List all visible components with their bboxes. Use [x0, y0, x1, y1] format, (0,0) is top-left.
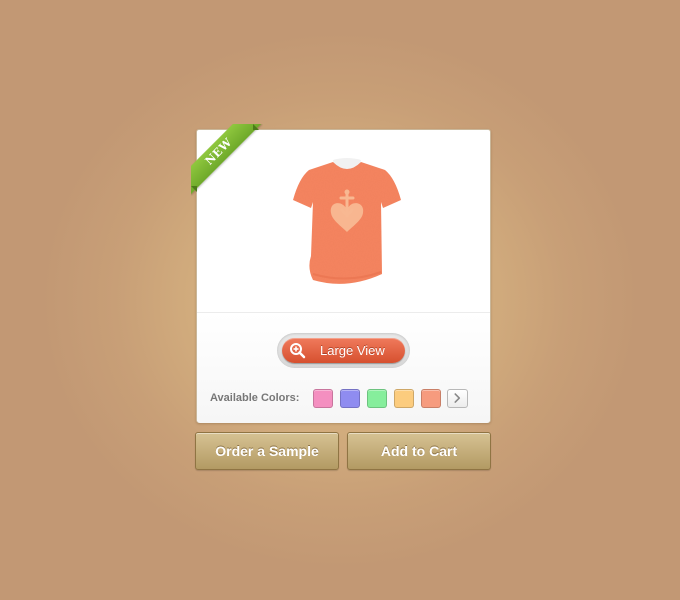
color-swatch-yellow[interactable] [394, 389, 414, 408]
large-view-label: Large View [320, 343, 385, 358]
product-image[interactable] [289, 156, 405, 290]
available-colors: Available Colors: [210, 389, 480, 409]
zoom-in-icon [290, 343, 306, 359]
available-colors-label: Available Colors: [210, 392, 300, 404]
ribbon-fold [253, 124, 259, 130]
chevron-right-icon [454, 393, 461, 403]
color-swatch-purple[interactable] [340, 389, 360, 408]
color-swatch-green[interactable] [367, 389, 387, 408]
new-badge: NEW [191, 124, 262, 195]
new-ribbon: NEW [191, 124, 263, 196]
order-sample-button[interactable]: Order a Sample [195, 432, 339, 470]
add-to-cart-button[interactable]: Add to Cart [347, 432, 491, 470]
next-colors-button[interactable] [447, 389, 468, 408]
ribbon-fold [191, 186, 197, 192]
color-swatch-pink[interactable] [313, 389, 333, 408]
large-view-button-frame: Large View [277, 333, 410, 368]
large-view-button[interactable]: Large View [282, 338, 405, 363]
product-card: NEW Large View Available Colors: [191, 124, 491, 423]
color-swatch-orange[interactable] [421, 389, 441, 408]
